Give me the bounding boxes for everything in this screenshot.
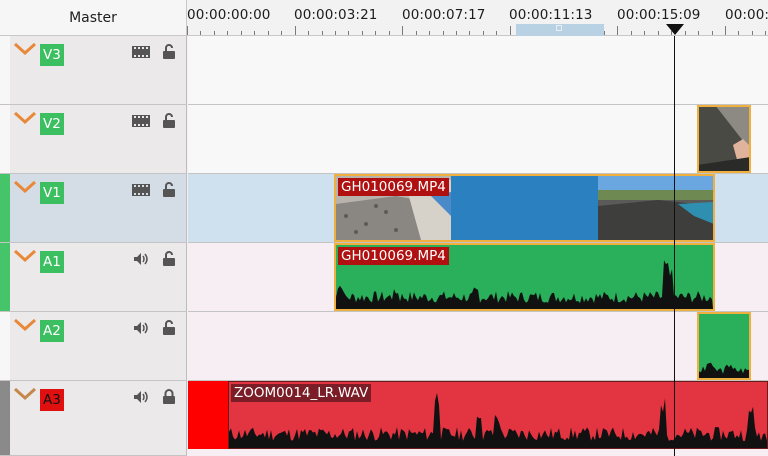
track-header-v2[interactable]: V2 [0,105,187,174]
collapse-chevron-icon[interactable] [13,387,37,401]
track-active-marker [0,174,10,242]
timecode-label: 00:00:03:21 [294,7,378,23]
unlock-icon[interactable] [162,44,176,60]
track-side-marker [0,381,10,455]
clip-thumbnail-end [598,176,713,240]
track-name[interactable]: V3 [40,44,64,66]
timecode-label: 00:00:11:13 [509,7,593,23]
film-icon[interactable] [132,183,150,197]
film-icon[interactable] [132,114,150,128]
clip-a1-audio[interactable]: GH010069.MP4 [334,243,715,311]
track-name[interactable]: A1 [40,251,64,273]
track-name[interactable]: A2 [40,320,64,342]
speaker-icon[interactable] [132,252,150,266]
collapse-chevron-icon[interactable] [13,111,37,125]
lane-v3[interactable] [188,36,768,105]
unlock-icon[interactable] [162,182,176,198]
collapse-chevron-icon[interactable] [13,249,37,263]
collapse-chevron-icon[interactable] [13,318,37,332]
clip-a2-audio[interactable] [697,312,751,380]
track-active-marker [0,243,10,311]
collapse-chevron-icon[interactable] [13,180,37,194]
track-name[interactable]: V2 [40,113,64,135]
clip-thumbnail [699,107,749,171]
timecode-label: 00:00:00:00 [187,7,271,23]
track-header-a3[interactable]: A3 [0,381,187,456]
track-header-a1[interactable]: A1 [0,243,187,312]
clip-name: ZOOM0014_LR.WAV [231,384,372,402]
lane-a3[interactable]: ZOOM0014_LR.WAV [188,381,768,456]
clip-a3-audio[interactable]: ZOOM0014_LR.WAV [228,381,768,449]
timecode-label: 00:00: [725,7,768,23]
track-side-marker [0,312,10,380]
master-label: Master [69,9,117,26]
lane-v1[interactable]: GH010069.MP4 [188,174,768,243]
lane-a1[interactable]: GH010069.MP4 [188,243,768,312]
lock-icon[interactable] [162,389,176,405]
speaker-icon[interactable] [132,321,150,335]
audio-waveform [699,362,749,378]
track-side-marker [0,36,10,104]
unlock-icon[interactable] [162,320,176,336]
lane-v2[interactable] [188,105,768,174]
clip-a3-gap[interactable] [188,381,228,449]
unlock-icon[interactable] [162,251,176,267]
track-side-marker [0,105,10,173]
speaker-icon[interactable] [132,390,150,404]
collapse-chevron-icon[interactable] [13,42,37,56]
zone-handle[interactable] [556,25,562,31]
film-icon[interactable] [132,45,150,59]
clip-v1-video[interactable]: GH010069.MP4 [334,174,715,242]
master-header[interactable]: Master [0,0,187,36]
clip-name: GH010069.MP4 [338,247,449,265]
playhead-handle[interactable] [666,24,684,35]
timecode-label: 00:00:07:17 [402,7,486,23]
playhead-line[interactable] [674,36,675,456]
clip-name: GH010069.MP4 [338,178,449,196]
track-name[interactable]: V1 [40,182,64,204]
track-header-v3[interactable]: V3 [0,36,187,105]
track-header-a2[interactable]: A2 [0,312,187,381]
timecode-label: 00:00:15:09 [617,7,701,23]
track-header-v1[interactable]: V1 [0,174,187,243]
clip-v2-thumbnail[interactable] [697,105,751,173]
zone-bar[interactable] [516,24,604,36]
lane-a2[interactable] [188,312,768,381]
unlock-icon[interactable] [162,113,176,129]
track-name[interactable]: A3 [40,389,64,411]
